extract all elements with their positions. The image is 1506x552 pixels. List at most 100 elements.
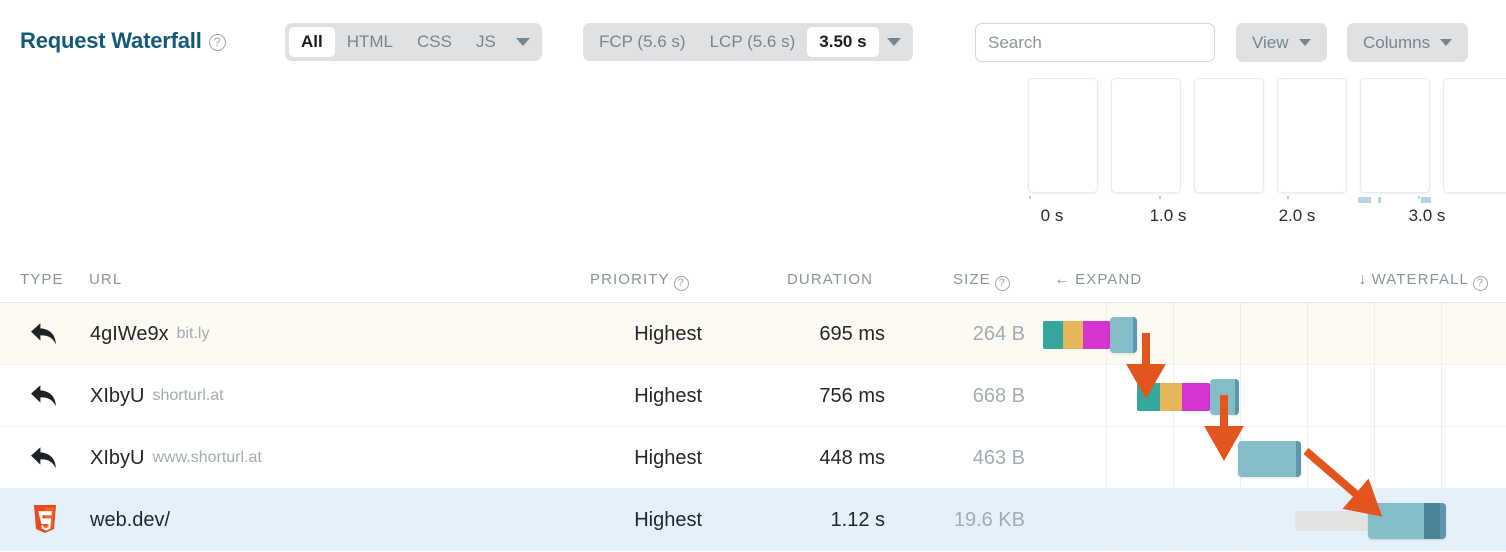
waterfall-segment-end: [1133, 317, 1137, 353]
waterfall-transfer-bar: [1238, 441, 1301, 477]
table-row[interactable]: XIbyU www.shorturl.at Highest 448 ms 463 B: [0, 427, 1506, 489]
waterfall-gridline: [1374, 365, 1375, 426]
cell-url[interactable]: 4gIWe9x bit.ly: [90, 303, 209, 364]
column-header-url[interactable]: URL: [89, 271, 122, 288]
metric-filter-lcp[interactable]: LCP (5.6 s): [698, 27, 808, 57]
filmstrip-axis-tick: [1418, 196, 1420, 199]
filmstrip-event-marker: [1378, 197, 1381, 203]
columns-button-label: Columns: [1363, 32, 1431, 52]
size-help-icon[interactable]: ?: [994, 276, 1010, 291]
waterfall-queued-bar: [1295, 511, 1375, 531]
filmstrip-frame[interactable]: [1111, 78, 1181, 193]
filmstrip-axis-tick: [1287, 196, 1289, 199]
waterfall-gridline: [1374, 427, 1375, 488]
table-row[interactable]: XIbyU shorturl.at Highest 756 ms 668 B: [0, 365, 1506, 427]
column-header-size[interactable]: SIZE?: [953, 271, 1010, 291]
priority-value: Highest: [634, 384, 702, 407]
cell-duration: 1.12 s: [720, 489, 885, 550]
type-filter-dropdown[interactable]: [508, 27, 538, 57]
waterfall-gridline: [1441, 303, 1442, 364]
cell-url[interactable]: XIbyU shorturl.at: [90, 365, 224, 426]
waterfall-transfer-bar: [1368, 503, 1446, 539]
waterfall-gridline: [1374, 303, 1375, 364]
size-value: 19.6 KB: [953, 508, 1025, 531]
request-waterfall-panel: Request Waterfall? All HTML CSS JS FCP (…: [0, 0, 1506, 552]
chevron-down-icon: [886, 38, 901, 46]
url-host: shorturl.at: [152, 387, 224, 404]
cell-waterfall[interactable]: [1106, 489, 1506, 550]
page-title-text: Request Waterfall: [20, 28, 202, 53]
type-filter-css[interactable]: CSS: [405, 27, 464, 57]
type-filter-html[interactable]: HTML: [335, 27, 405, 57]
filmstrip-event-marker: [1358, 197, 1371, 203]
chevron-down-icon: [1298, 39, 1311, 46]
cell-type: [20, 303, 70, 364]
filmstrip-axis-tick: [1159, 196, 1161, 199]
metric-filter-fcp[interactable]: FCP (5.6 s): [587, 27, 698, 57]
duration-value: 448 ms: [819, 446, 885, 469]
waterfall-help-icon[interactable]: ?: [1473, 276, 1488, 291]
column-header-expand-label: EXPAND: [1075, 271, 1143, 288]
metric-filter-dropdown[interactable]: [879, 27, 909, 57]
priority-value: Highest: [634, 322, 702, 345]
arrow-left-icon: ←: [1054, 271, 1072, 288]
view-button[interactable]: View: [1236, 23, 1327, 62]
type-filter-all[interactable]: All: [289, 27, 335, 57]
cell-size: 463 B: [900, 427, 1025, 488]
column-header-waterfall[interactable]: ↓ WATERFALL?: [1358, 271, 1488, 291]
cell-url[interactable]: XIbyU www.shorturl.at: [90, 427, 262, 488]
cell-duration: 695 ms: [720, 303, 885, 364]
cell-url[interactable]: web.dev/: [90, 489, 171, 550]
search-input[interactable]: [975, 23, 1215, 62]
waterfall-gridline: [1173, 489, 1174, 550]
waterfall-gridline: [1240, 489, 1241, 550]
cell-waterfall[interactable]: [1043, 303, 1506, 364]
filmstrip-frame[interactable]: [1277, 78, 1347, 193]
waterfall-segment-download: [1424, 503, 1440, 539]
filmstrip-frame[interactable]: [1443, 78, 1506, 193]
waterfall-transfer-bar: [1210, 379, 1239, 415]
toolbar: Request Waterfall? All HTML CSS JS FCP (…: [0, 0, 1506, 80]
waterfall-gridline: [1441, 427, 1442, 488]
cell-priority: Highest: [478, 427, 702, 488]
filmstrip-axis-label: 1.0 s: [1149, 206, 1187, 225]
cell-waterfall[interactable]: [1106, 427, 1506, 488]
waterfall-gridline: [1173, 427, 1174, 488]
waterfall-segment-ssl: [1083, 321, 1110, 349]
duration-value: 695 ms: [819, 322, 885, 345]
waterfall-timing-bar: [1043, 321, 1110, 349]
column-header-expand[interactable]: ← EXPAND: [1054, 271, 1142, 289]
waterfall-segment-end: [1296, 441, 1301, 477]
table-row[interactable]: web.dev/Highest 1.12 s 19.6 KB: [0, 489, 1506, 551]
url-path: 4gIWe9x: [90, 322, 169, 345]
page-title: Request Waterfall?: [20, 28, 226, 54]
column-header-priority[interactable]: PRIORITY?: [590, 271, 689, 291]
waterfall-gridline: [1240, 365, 1241, 426]
cell-waterfall[interactable]: [1106, 365, 1506, 426]
columns-button[interactable]: Columns: [1347, 23, 1469, 62]
waterfall-gridline: [1240, 303, 1241, 364]
waterfall-gridline: [1173, 303, 1174, 364]
cell-size: 19.6 KB: [900, 489, 1025, 550]
column-header-duration[interactable]: DURATION: [787, 271, 873, 288]
redirect-arrow-icon: [31, 323, 56, 345]
table-body: 4gIWe9x bit.ly Highest 695 ms 264 B XIbyU shor…: [0, 303, 1506, 551]
filmstrip-frame[interactable]: [1028, 78, 1098, 193]
priority-help-icon[interactable]: ?: [673, 276, 689, 291]
table-row[interactable]: 4gIWe9x bit.ly Highest 695 ms 264 B: [0, 303, 1506, 365]
filmstrip-frame[interactable]: [1194, 78, 1264, 193]
metric-filter-time[interactable]: 3.50 s: [807, 27, 879, 57]
column-header-type[interactable]: TYPE: [20, 271, 64, 288]
title-help-icon[interactable]: ?: [208, 34, 226, 51]
cell-priority: Highest: [478, 365, 702, 426]
filmstrip: 0 s 1.0 s 2.0 s 3.0 s: [1028, 78, 1506, 243]
waterfall-gridline: [1307, 303, 1308, 364]
waterfall-transfer-bar: [1110, 317, 1137, 353]
filmstrip-frame[interactable]: [1360, 78, 1430, 193]
type-filter-js[interactable]: JS: [464, 27, 508, 57]
waterfall-gridline: [1441, 365, 1442, 426]
cell-duration: 756 ms: [720, 365, 885, 426]
url-path: web.dev/: [90, 508, 171, 531]
waterfall-gridline: [1307, 365, 1308, 426]
chevron-down-icon: [515, 38, 530, 46]
